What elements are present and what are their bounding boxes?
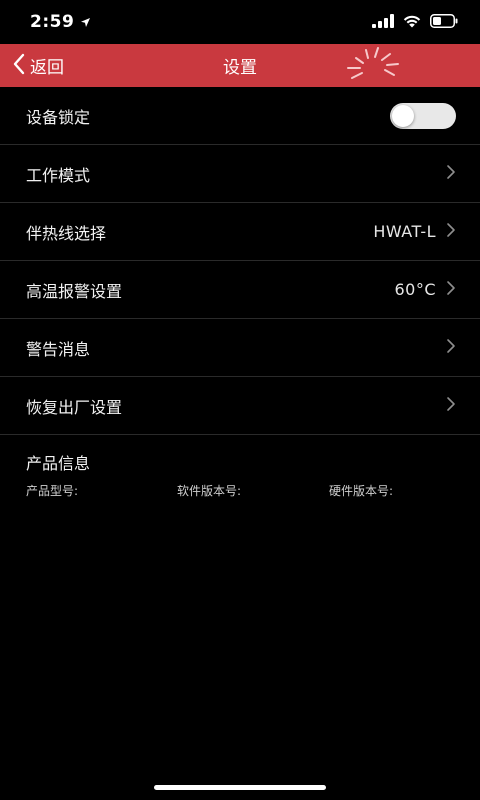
row-label: 设备锁定 bbox=[26, 107, 91, 127]
status-time: 2:59 bbox=[30, 12, 75, 32]
row-warning-messages[interactable]: 警告消息 bbox=[0, 319, 480, 377]
row-cable-selection[interactable]: 伴热线选择 HWAT-L bbox=[0, 203, 480, 261]
settings-list: 设备锁定 工作模式 伴热线选择 HWAT-L 高温报警设置 60°C 警告消息 … bbox=[0, 87, 480, 435]
status-left: 2:59 bbox=[30, 12, 91, 32]
product-info-title: 产品信息 bbox=[26, 454, 91, 473]
chevron-right-icon bbox=[446, 222, 456, 242]
status-right bbox=[372, 13, 458, 32]
chevron-right-icon bbox=[446, 396, 456, 416]
chevron-right-icon bbox=[446, 280, 456, 300]
row-label: 伴热线选择 bbox=[26, 223, 107, 243]
software-version-label: 软件版本号: bbox=[177, 484, 242, 498]
row-label: 恢复出厂设置 bbox=[26, 397, 123, 417]
row-label: 高温报警设置 bbox=[26, 281, 123, 301]
loading-spinner-icon bbox=[338, 46, 408, 88]
page-title: 设置 bbox=[223, 58, 257, 78]
battery-icon bbox=[430, 13, 458, 32]
chevron-right-icon bbox=[446, 338, 456, 358]
row-label: 警告消息 bbox=[26, 339, 91, 359]
nav-header: 返回 设置 bbox=[0, 44, 480, 87]
row-high-temp-alarm[interactable]: 高温报警设置 60°C bbox=[0, 261, 480, 319]
home-indicator[interactable] bbox=[154, 785, 326, 790]
hardware-version-label: 硬件版本号: bbox=[329, 484, 394, 498]
device-lock-toggle[interactable] bbox=[390, 102, 456, 129]
settings-screen: 2:59 返回 设置 设备锁定 工作模式 伴热线选择 HWAT-L 高温报警设置… bbox=[0, 0, 480, 800]
high-temp-value: 60°C bbox=[394, 280, 436, 299]
chevron-right-icon bbox=[446, 164, 456, 184]
toggle-knob bbox=[392, 104, 414, 127]
product-info-fields: 产品型号: 软件版本号: 硬件版本号: bbox=[0, 482, 480, 502]
product-model-label: 产品型号: bbox=[26, 484, 79, 498]
row-work-mode[interactable]: 工作模式 bbox=[0, 145, 480, 203]
wifi-icon bbox=[402, 13, 422, 32]
location-arrow-icon bbox=[80, 13, 91, 32]
status-bar: 2:59 bbox=[0, 0, 480, 44]
signal-icon bbox=[372, 13, 394, 32]
row-device-lock: 设备锁定 bbox=[0, 87, 480, 145]
row-factory-reset[interactable]: 恢复出厂设置 bbox=[0, 377, 480, 435]
cable-value: HWAT-L bbox=[373, 222, 436, 241]
row-label: 工作模式 bbox=[26, 165, 91, 185]
